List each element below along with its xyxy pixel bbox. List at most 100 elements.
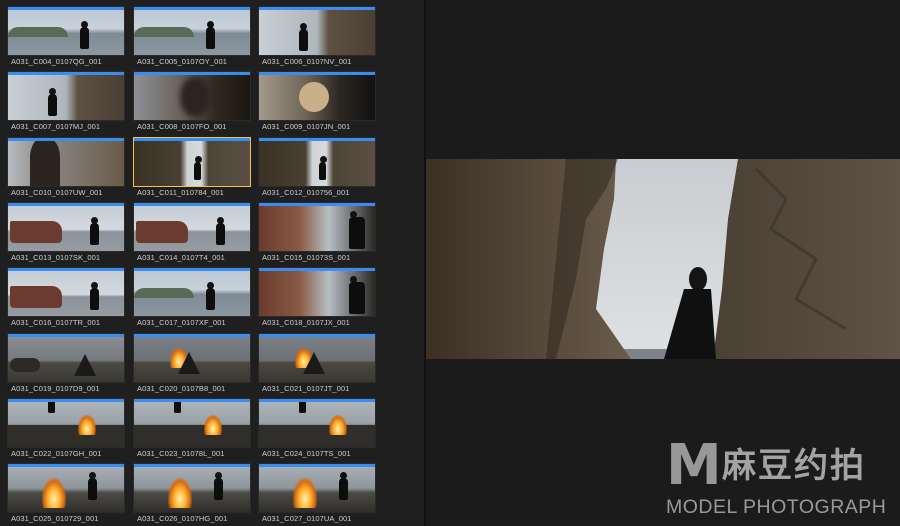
clip-thumbnail[interactable] bbox=[7, 71, 125, 121]
watermark: M 麻豆约拍 MODEL PHOTOGRAPH bbox=[666, 436, 892, 522]
clip-thumbnail[interactable] bbox=[133, 267, 251, 317]
clip-name: A031_C005_0107OY_001 bbox=[137, 57, 227, 66]
audio-indicator bbox=[134, 138, 250, 141]
audio-indicator bbox=[8, 72, 124, 75]
clip-thumbnail[interactable] bbox=[258, 137, 376, 187]
clip-item[interactable]: A031_C023_01078L_001 bbox=[133, 398, 251, 460]
thumbnail-image bbox=[8, 464, 124, 512]
audio-indicator bbox=[259, 334, 375, 337]
clip-item[interactable]: A031_C019_0107D9_001 bbox=[7, 333, 125, 395]
audio-indicator bbox=[8, 7, 124, 10]
clip-thumbnail[interactable] bbox=[7, 202, 125, 252]
thumbnail-image bbox=[259, 203, 375, 251]
clip-thumbnail[interactable] bbox=[258, 333, 376, 383]
clip-thumbnail[interactable] bbox=[133, 333, 251, 383]
clip-name: A031_C020_0107B8_001 bbox=[137, 384, 226, 393]
clip-thumbnail[interactable] bbox=[133, 6, 251, 56]
clip-thumbnail[interactable] bbox=[258, 6, 376, 56]
thumbnail-image bbox=[134, 72, 250, 120]
audio-indicator bbox=[8, 203, 124, 206]
clip-item[interactable]: A031_C027_0107UA_001 bbox=[258, 463, 376, 525]
audio-indicator bbox=[134, 72, 250, 75]
clip-thumbnail[interactable] bbox=[7, 333, 125, 383]
audio-indicator bbox=[259, 7, 375, 10]
thumbnail-image bbox=[259, 268, 375, 316]
clip-item[interactable]: A031_C009_0107JN_001 bbox=[258, 71, 376, 133]
clip-name: A031_C024_0107TS_001 bbox=[262, 449, 351, 458]
clip-thumbnail[interactable] bbox=[7, 137, 125, 187]
clip-name: A031_C018_0107JX_001 bbox=[262, 318, 350, 327]
clip-item[interactable]: A031_C006_0107NV_001 bbox=[258, 6, 376, 68]
clip-item[interactable]: A031_C022_0107GH_001 bbox=[7, 398, 125, 460]
clip-name: A031_C006_0107NV_001 bbox=[262, 57, 352, 66]
viewer-image bbox=[426, 159, 900, 359]
clip-item[interactable]: A031_C016_0107TR_001 bbox=[7, 267, 125, 329]
thumbnail-image bbox=[134, 7, 250, 55]
clip-name: A031_C022_0107GH_001 bbox=[11, 449, 102, 458]
clip-thumbnail[interactable] bbox=[258, 267, 376, 317]
clip-name: A031_C014_0107T4_001 bbox=[137, 253, 225, 262]
thumbnail-image bbox=[8, 72, 124, 120]
clip-thumbnail[interactable] bbox=[258, 202, 376, 252]
clip-name: A031_C013_0107SK_001 bbox=[11, 253, 101, 262]
clip-item[interactable]: A031_C005_0107OY_001 bbox=[133, 6, 251, 68]
clip-name: A031_C009_0107JN_001 bbox=[262, 122, 351, 131]
clip-name: A031_C019_0107D9_001 bbox=[11, 384, 100, 393]
clip-thumbnail[interactable] bbox=[133, 202, 251, 252]
clip-thumbnail[interactable] bbox=[133, 71, 251, 121]
thumbnail-image bbox=[8, 334, 124, 382]
clip-item[interactable]: A031_C026_0107HG_001 bbox=[133, 463, 251, 525]
clip-thumbnail[interactable] bbox=[258, 463, 376, 513]
audio-indicator bbox=[134, 464, 250, 467]
clip-thumbnail[interactable] bbox=[133, 463, 251, 513]
clip-thumbnail[interactable] bbox=[7, 398, 125, 448]
clip-thumbnail[interactable] bbox=[7, 267, 125, 317]
clip-name: A031_C010_0107UW_001 bbox=[11, 188, 103, 197]
clip-item[interactable]: A031_C011_010784_001 bbox=[133, 137, 251, 199]
audio-indicator bbox=[8, 268, 124, 271]
clip-name: A031_C015_01073S_001 bbox=[262, 253, 351, 262]
clip-thumbnail[interactable] bbox=[133, 137, 251, 187]
clip-thumbnail[interactable] bbox=[7, 463, 125, 513]
audio-indicator bbox=[259, 268, 375, 271]
thumbnail-image bbox=[134, 464, 250, 512]
clip-name: A031_C026_0107HG_001 bbox=[137, 514, 228, 523]
audio-indicator bbox=[259, 399, 375, 402]
clip-item[interactable]: A031_C010_0107UW_001 bbox=[7, 137, 125, 199]
clip-item[interactable]: A031_C012_010756_001 bbox=[258, 137, 376, 199]
thumbnail-image bbox=[8, 7, 124, 55]
thumbnail-image bbox=[134, 138, 250, 186]
clip-name: A031_C017_0107XF_001 bbox=[137, 318, 226, 327]
thumbnail-image bbox=[8, 268, 124, 316]
clip-name: A031_C011_010784_001 bbox=[137, 188, 224, 197]
clip-item[interactable]: A031_C024_0107TS_001 bbox=[258, 398, 376, 460]
audio-indicator bbox=[134, 399, 250, 402]
watermark-cn-text: 麻豆约拍 bbox=[722, 447, 866, 485]
clip-name: A031_C021_0107JT_001 bbox=[262, 384, 350, 393]
thumbnail-image bbox=[8, 399, 124, 447]
clip-item[interactable]: A031_C017_0107XF_001 bbox=[133, 267, 251, 329]
clip-item[interactable]: A031_C014_0107T4_001 bbox=[133, 202, 251, 264]
audio-indicator bbox=[134, 7, 250, 10]
viewer-frame[interactable] bbox=[426, 159, 900, 359]
clip-item[interactable]: A031_C013_0107SK_001 bbox=[7, 202, 125, 264]
clip-item[interactable]: A031_C018_0107JX_001 bbox=[258, 267, 376, 329]
clip-item[interactable]: A031_C007_0107MJ_001 bbox=[7, 71, 125, 133]
audio-indicator bbox=[8, 334, 124, 337]
thumbnail-image bbox=[8, 138, 124, 186]
clip-item[interactable]: A031_C025_010729_001 bbox=[7, 463, 125, 525]
clip-thumbnail[interactable] bbox=[258, 71, 376, 121]
clip-item[interactable]: A031_C008_0107FO_001 bbox=[133, 71, 251, 133]
clip-item[interactable]: A031_C020_0107B8_001 bbox=[133, 333, 251, 395]
clip-thumbnail[interactable] bbox=[258, 398, 376, 448]
clip-thumbnail[interactable] bbox=[133, 398, 251, 448]
clip-item[interactable]: A031_C004_0107QG_001 bbox=[7, 6, 125, 68]
clip-item[interactable]: A031_C015_01073S_001 bbox=[258, 202, 376, 264]
clip-item[interactable]: A031_C021_0107JT_001 bbox=[258, 333, 376, 395]
clip-name: A031_C008_0107FO_001 bbox=[137, 122, 227, 131]
audio-indicator bbox=[8, 399, 124, 402]
audio-indicator bbox=[134, 334, 250, 337]
thumbnail-image bbox=[259, 464, 375, 512]
watermark-logo: M bbox=[666, 433, 722, 498]
clip-thumbnail[interactable] bbox=[7, 6, 125, 56]
